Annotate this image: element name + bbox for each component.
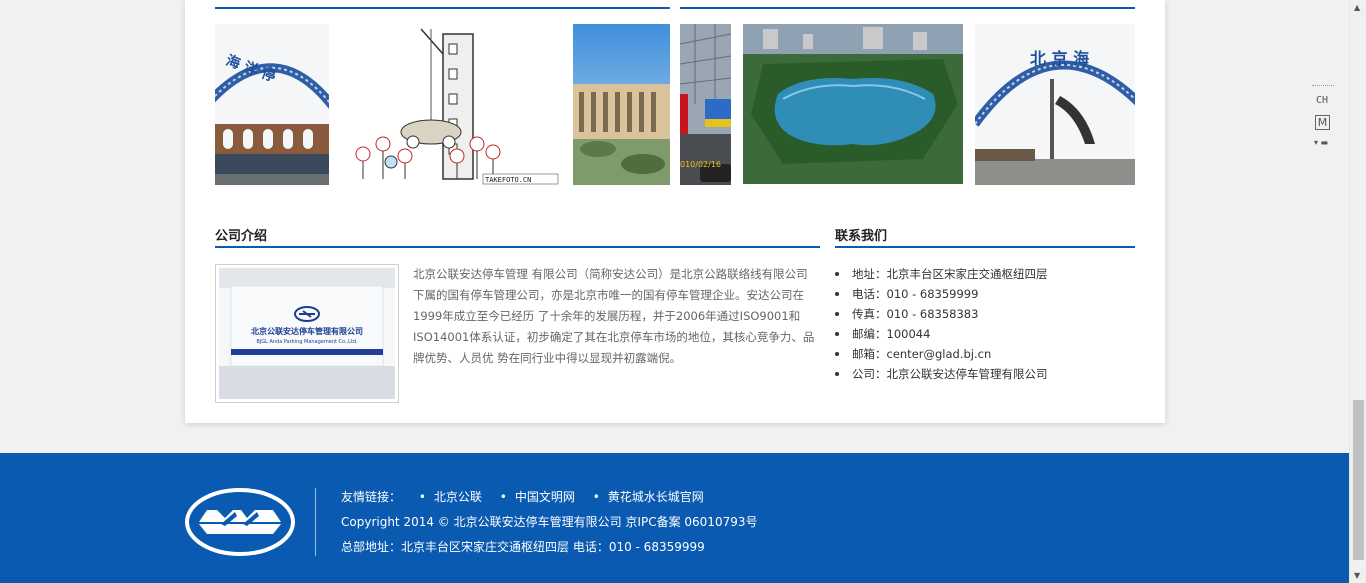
links-label: 友情链接： [341,490,402,504]
contact-address: 地址：北京丰台区宋家庄交通枢纽四层 [835,264,1135,284]
gate-arch-photo-2[interactable]: 北 京 海 [975,24,1135,185]
contact-title: 联系我们 [835,229,888,244]
street-shop-photo[interactable]: 010/02/16 [680,24,731,185]
ime-dropdown-icon[interactable]: ▾ ▬ [1314,138,1328,147]
copyright: Copyright 2014 © 北京公联安达停车管理有限公司 京IPC备案 0… [341,515,758,529]
intro-text: 北京公联安达停车管理 有限公司（简称安达公司）是北京公路联络线有限公司下属的国有… [413,267,815,365]
contact-list: 地址：北京丰台区宋家庄交通枢纽四层 电话：010 - 68359999 传真：0… [835,264,1135,384]
company-sign-photo: 北京公联安达停车管理有限公司 BJGL Anda Parking Managem… [215,264,399,403]
content-card: 海 洋 停 TAKEFOTO.CN 010/02/16 北 京 海 公司介绍 北… [185,0,1165,423]
page-scrollbar[interactable]: ▲ ▼ [1349,0,1366,583]
link-wenming[interactable]: 中国文明网 [515,488,575,505]
section-rule-right [680,7,1135,9]
contact-rule [835,246,1135,248]
section-rule-left [215,7,670,9]
lake-aerial-photo[interactable] [743,24,963,184]
contact-postcode: 邮编：100044 [835,324,1135,344]
parking-cartoon[interactable]: TAKEFOTO.CN [343,24,561,185]
contact-fax: 传真：010 - 68358383 [835,304,1135,324]
ime-key: M [1315,115,1330,130]
contact-company: 公司：北京公联安达停车管理有限公司 [835,364,1135,384]
arch-text-2: 北 京 海 [1030,49,1089,68]
cartoon-watermark: TAKEFOTO.CN [485,176,531,184]
scroll-up-icon[interactable]: ▲ [1354,3,1360,12]
footer-divider [315,488,316,556]
friend-links: 友情链接： • 北京公联 • 中国文明网 • 黄花城水长城官网 [341,488,704,505]
gate-arch-photo-1[interactable]: 海 洋 停 [215,24,329,185]
ime-mode: CH [1316,95,1329,106]
contact-phone: 电话：010 - 68359999 [835,284,1135,304]
link-bjgl[interactable]: 北京公联 [434,488,482,505]
intro-title: 公司介绍 [215,229,268,244]
page: 海 洋 停 TAKEFOTO.CN 010/02/16 北 京 海 公司介绍 北… [0,0,1366,583]
plaza-building-photo[interactable] [573,24,670,185]
footer: 友情链接： • 北京公联 • 中国文明网 • 黄花城水长城官网 Copyright 2… [0,453,1349,583]
ime-indicator[interactable]: CH M ▾ ▬ [1312,85,1336,153]
street-photo-date: 010/02/16 [680,160,721,169]
scroll-thumb[interactable] [1353,400,1364,560]
scroll-down-icon[interactable]: ▼ [1354,571,1360,580]
intro-rule [215,246,820,248]
link-huanghuacheng[interactable]: 黄花城水长城官网 [608,488,704,505]
company-logo[interactable] [185,488,295,556]
contact-email: 邮箱：center@glad.bj.cn [835,344,1135,364]
footer-address: 总部地址：北京丰台区宋家庄交通枢纽四层 电话：010 - 68359999 [341,540,705,554]
sign-name: 北京公联安达停车管理有限公司 [251,326,363,336]
sign-name-en: BJGL Anda Parking Management Co.,Ltd. [256,339,358,345]
